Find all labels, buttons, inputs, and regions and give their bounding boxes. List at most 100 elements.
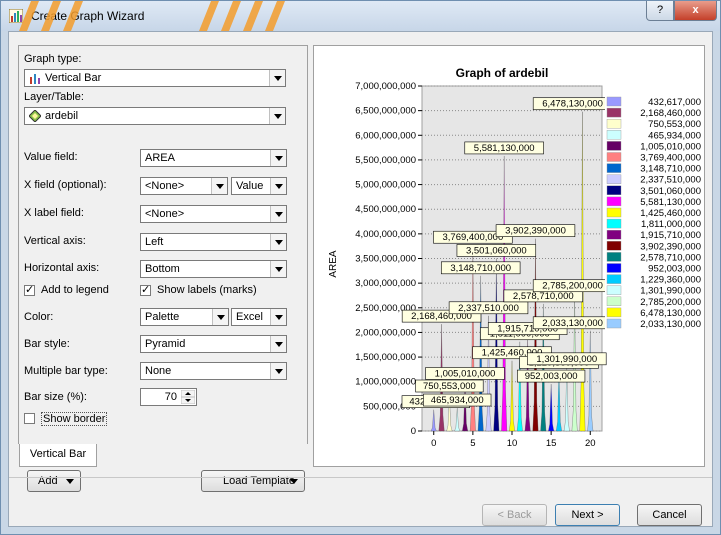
load-template-button[interactable]: Load Template: [201, 470, 305, 492]
legend-swatch: [606, 252, 622, 262]
y-tick-label: 3,000,000,000: [355, 278, 416, 289]
layer-select[interactable]: ardebil: [24, 107, 286, 125]
plot-area: 0500,000,0001,000,000,0001,500,000,0002,…: [355, 81, 613, 449]
tab-vertical-bar[interactable]: Vertical Bar: [19, 444, 97, 467]
y-tick-label: 4,000,000,000: [355, 229, 416, 240]
graph-preview-panel: Graph of ardebil AREA 0 500,000,000 1,000,…: [313, 45, 705, 467]
chevron-down-icon[interactable]: [270, 261, 286, 277]
x-tick-label: 10: [507, 438, 518, 449]
add-to-legend-checkbox[interactable]: [24, 283, 35, 296]
data-label: 2,033,130,000: [532, 316, 613, 330]
x-field-label: X field (optional):: [24, 179, 107, 191]
data-label-text: 2,033,130,000: [542, 318, 603, 329]
x-tick-label: 5: [470, 438, 475, 449]
x-field-select[interactable]: <None>: [140, 177, 228, 195]
y-tick-label: 6,000,000,000: [355, 130, 416, 141]
data-label-text: 2,578,710,000: [513, 291, 574, 302]
data-label-text: 1,301,990,000: [536, 354, 597, 365]
x-field-sort-value: Value: [236, 180, 264, 192]
legend-label: 3,501,060,000: [640, 186, 701, 197]
legend-label: 1,005,010,000: [640, 141, 701, 152]
y-tick-label: 5,000,000,000: [355, 180, 416, 191]
data-label: 1,005,010,000: [425, 367, 505, 380]
x-label-field-select[interactable]: <None>: [140, 205, 287, 223]
chevron-down-icon[interactable]: [269, 108, 285, 124]
data-label: 465,934,000: [423, 393, 492, 407]
show-border-label[interactable]: Show border: [41, 412, 108, 426]
x-field-sort-select[interactable]: Value: [231, 177, 287, 195]
data-label-text: 3,501,060,000: [466, 245, 527, 256]
help-button[interactable]: ?: [646, 1, 674, 21]
settings-panel: Graph type: Vertical Bar Layer/Table: ar…: [18, 45, 308, 444]
multiple-bar-value: None: [145, 365, 172, 377]
data-label-text: 3,902,390,000: [505, 226, 566, 237]
next-button[interactable]: Next >: [555, 504, 620, 526]
value-field-select[interactable]: AREA: [140, 149, 287, 167]
chevron-down-icon[interactable]: [270, 150, 286, 166]
color-select[interactable]: Palette: [140, 308, 229, 326]
chevron-down-icon[interactable]: [211, 178, 227, 194]
data-label: 952,003,000: [517, 369, 586, 383]
legend-swatch: [606, 229, 622, 240]
legend-label: 432,617,000: [648, 97, 701, 108]
data-label: 750,553,000: [415, 379, 484, 393]
x-tick-label: 15: [546, 438, 557, 449]
legend-swatch: [606, 241, 622, 251]
multiple-bar-select[interactable]: None: [140, 362, 287, 380]
title-bar[interactable]: Create Graph Wizard ? x: [1, 1, 720, 31]
legend-swatch: [606, 185, 622, 196]
vertical-axis-select[interactable]: Left: [140, 233, 287, 251]
chevron-down-icon[interactable]: [270, 336, 286, 352]
data-label-text: 750,553,000: [423, 381, 476, 392]
chevron-down-icon[interactable]: [270, 309, 286, 325]
graph-type-select[interactable]: Vertical Bar: [24, 69, 286, 87]
y-tick-label: 4,500,000,000: [355, 204, 416, 215]
bar-chart-icon: [30, 74, 40, 84]
chevron-down-icon[interactable]: [270, 206, 286, 222]
chevron-down-icon[interactable]: [212, 309, 228, 325]
bar-size-value: 70: [164, 391, 177, 403]
title-decoration: [19, 1, 285, 31]
horizontal-axis-select[interactable]: Bottom: [140, 260, 287, 278]
graph-type-label: Graph type:: [24, 53, 82, 65]
vertical-axis-label: Vertical axis:: [24, 235, 86, 247]
show-labels-label[interactable]: Show labels (marks): [157, 284, 257, 296]
bar-style-value: Pyramid: [145, 338, 186, 350]
bar-size-stepper[interactable]: 70: [140, 388, 197, 406]
data-label-text: 2,785,200,000: [542, 281, 603, 292]
legend-swatch: [606, 152, 622, 162]
data-label: 2,785,200,000: [532, 279, 613, 293]
color-label: Color:: [24, 311, 54, 323]
legend-label: 3,148,710,000: [640, 164, 701, 175]
y-tick-label: 1,000,000,000: [355, 377, 416, 388]
legend-label: 465,934,000: [648, 130, 701, 141]
legend-swatch: [606, 96, 622, 107]
legend-swatch: [606, 263, 622, 273]
data-label: 2,337,510,000: [448, 301, 529, 315]
y-tick-label: 5,500,000,000: [355, 155, 416, 166]
show-border-checkbox[interactable]: [24, 413, 35, 424]
chevron-down-icon[interactable]: [270, 178, 286, 194]
cancel-button[interactable]: Cancel: [637, 504, 702, 526]
color-scheme-select[interactable]: Excel: [231, 308, 287, 326]
legend-label: 2,168,460,000: [640, 108, 701, 119]
legend-swatch: [606, 274, 622, 284]
close-button[interactable]: x: [674, 1, 717, 21]
add-to-legend-label[interactable]: Add to legend: [41, 284, 109, 296]
chevron-down-icon[interactable]: [270, 234, 286, 250]
back-button[interactable]: < Back: [482, 504, 547, 526]
y-tick-label: 7,000,000,000: [355, 81, 416, 92]
bar-chart: Graph of ardebil AREA 0500,000,0001,000,…: [328, 66, 703, 449]
layer-value: ardebil: [45, 110, 79, 122]
chevron-down-icon[interactable]: [269, 70, 285, 86]
footer-separator: [9, 477, 712, 478]
show-labels-checkbox[interactable]: [140, 283, 151, 296]
add-button[interactable]: Add: [27, 470, 81, 492]
spin-arrows-icon[interactable]: [181, 390, 195, 404]
legend-swatch: [606, 307, 622, 318]
data-label-text: 2,337,510,000: [458, 303, 519, 314]
bar-style-select[interactable]: Pyramid: [140, 335, 287, 353]
chevron-down-icon[interactable]: [270, 363, 286, 379]
data-label: 3,501,060,000: [456, 244, 537, 257]
y-tick-label: 6,500,000,000: [355, 106, 416, 117]
